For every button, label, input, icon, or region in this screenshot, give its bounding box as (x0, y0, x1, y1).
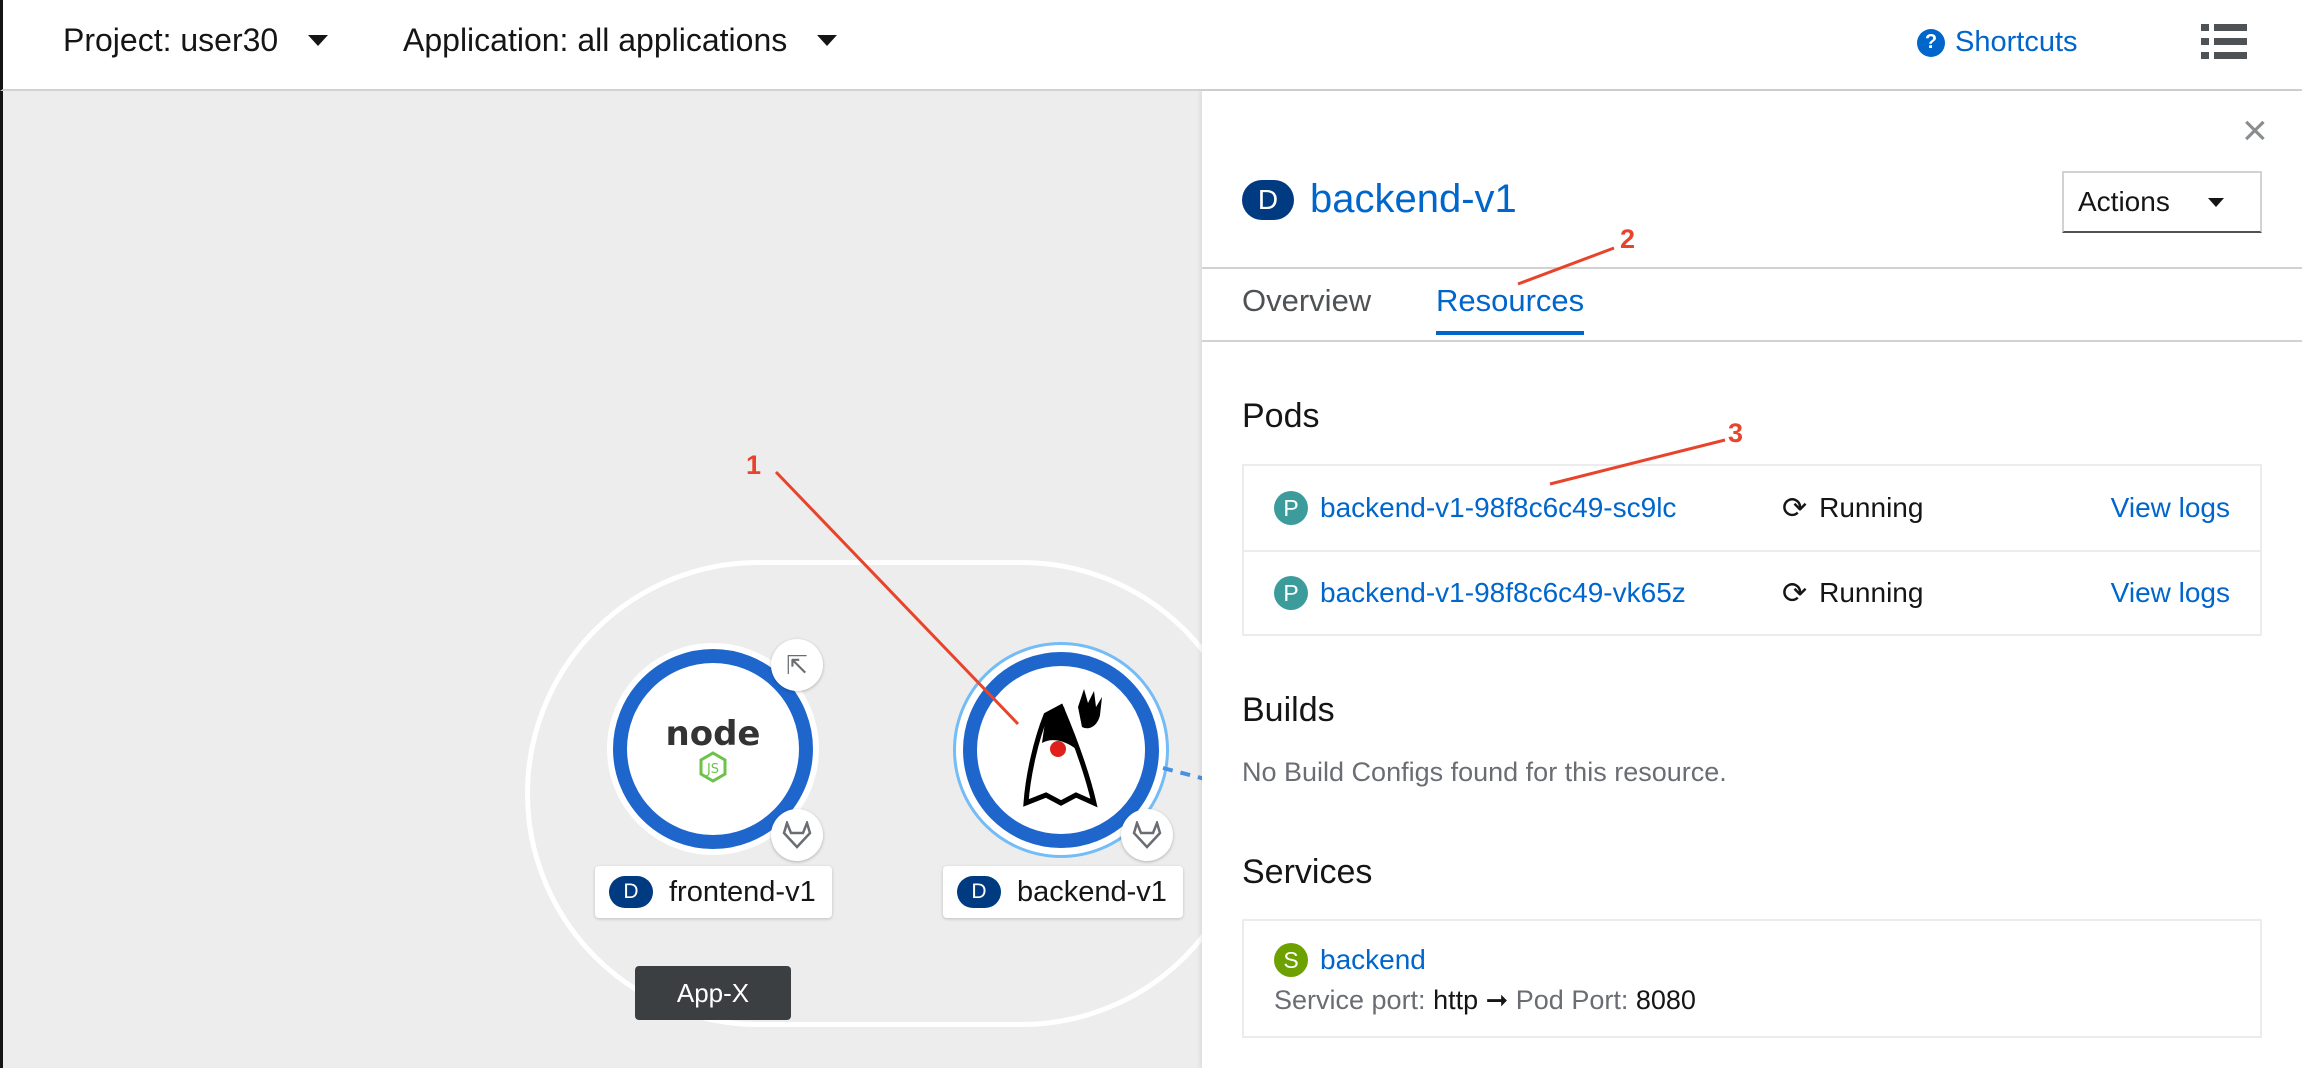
service-link[interactable]: backend (1320, 944, 1426, 976)
service-port-detail: Service port: http ➞ Pod Port: 8080 (1274, 985, 2230, 1016)
arrow-right-icon: ➞ (1485, 985, 1509, 1015)
shortcuts-label: Shortcuts (1955, 26, 2078, 58)
sync-icon: ⟳ (1782, 576, 1808, 610)
tab-resources[interactable]: Resources (1436, 283, 1585, 335)
gitlab-icon[interactable] (771, 809, 823, 861)
pod-status: ⟳ Running (1782, 491, 1923, 526)
service-badge: S (1274, 943, 1308, 977)
view-logs-link[interactable]: View logs (2111, 577, 2230, 609)
gitlab-icon[interactable] (1121, 809, 1173, 861)
caret-down-icon (308, 35, 329, 46)
pod-status-text: Running (1819, 577, 1924, 608)
services-heading: Services (1242, 853, 1373, 891)
project-selector[interactable]: Project: user30 (63, 22, 329, 59)
caret-down-icon (2207, 197, 2224, 207)
annotation-label-2: 2 (1620, 224, 1636, 254)
pod-badge: P (1274, 576, 1308, 610)
pod-port-label: Pod Port: (1515, 985, 1629, 1015)
external-link-icon[interactable]: ⇱ (771, 639, 823, 691)
deployment-badge: D (1242, 179, 1294, 220)
shortcuts-link[interactable]: ? Shortcuts (1917, 26, 2078, 59)
pod-port-value: 8080 (1635, 985, 1696, 1015)
actions-label: Actions (2078, 186, 2170, 217)
question-circle-icon: ? (1917, 28, 1945, 57)
pods-heading: Pods (1242, 397, 1320, 435)
view-logs-link[interactable]: View logs (2111, 492, 2230, 524)
service-port-value: http (1433, 985, 1479, 1015)
project-selector-label: Project: user30 (63, 22, 279, 58)
builds-heading: Builds (1242, 691, 1335, 729)
svg-text:JS: JS (706, 762, 719, 777)
list-item: P backend-v1-98f8c6c49-sc9lc ⟳ Running V… (1244, 466, 2260, 550)
deployment-badge: D (609, 876, 653, 908)
sync-icon: ⟳ (1782, 491, 1808, 525)
application-selector-label: Application: all applications (403, 22, 788, 58)
list-item: S backend Service port: http ➞ Pod Port:… (1244, 921, 2260, 1036)
list-item: P backend-v1-98f8c6c49-vk65z ⟳ Running V… (1244, 550, 2260, 634)
topology-canvas[interactable]: node JS ⇱ D frontend-v1 D backend-v1 App… (0, 91, 1202, 1068)
pod-link[interactable]: backend-v1-98f8c6c49-vk65z (1320, 577, 1686, 609)
caret-down-icon (817, 35, 838, 46)
pod-badge: P (1274, 491, 1308, 525)
list-view-icon[interactable] (2201, 24, 2247, 60)
deployment-badge: D (957, 876, 1001, 908)
panel-title: D backend-v1 (1242, 177, 1517, 222)
close-icon[interactable]: × (2242, 109, 2268, 153)
service-port-label: Service port: (1274, 985, 1426, 1015)
panel-tabs: Overview Resources (1202, 267, 2302, 342)
annotation-label-1: 1 (746, 450, 762, 480)
pod-status-text: Running (1819, 492, 1924, 523)
panel-title-text[interactable]: backend-v1 (1310, 177, 1517, 222)
backend-node-label[interactable]: D backend-v1 (943, 866, 1183, 918)
actions-dropdown[interactable]: Actions (2062, 171, 2262, 233)
frontend-node-name: frontend-v1 (669, 875, 816, 908)
svg-text:node: node (666, 714, 761, 754)
side-panel: × D backend-v1 Actions Overview Resource… (1202, 91, 2302, 1068)
frontend-node-label[interactable]: D frontend-v1 (595, 866, 832, 918)
pod-link[interactable]: backend-v1-98f8c6c49-sc9lc (1320, 492, 1676, 524)
builds-empty-text: No Build Configs found for this resource… (1242, 757, 1727, 787)
application-selector[interactable]: Application: all applications (403, 22, 838, 59)
masthead: Project: user30 Application: all applica… (0, 0, 2302, 91)
tab-overview[interactable]: Overview (1242, 283, 1371, 331)
services-list: S backend Service port: http ➞ Pod Port:… (1242, 919, 2262, 1038)
application-group-label[interactable]: App-X (635, 966, 791, 1020)
pod-status: ⟳ Running (1782, 576, 1923, 611)
backend-node-name: backend-v1 (1017, 875, 1167, 908)
annotation-label-3: 3 (1728, 418, 1744, 448)
pods-list: P backend-v1-98f8c6c49-sc9lc ⟳ Running V… (1242, 464, 2262, 636)
